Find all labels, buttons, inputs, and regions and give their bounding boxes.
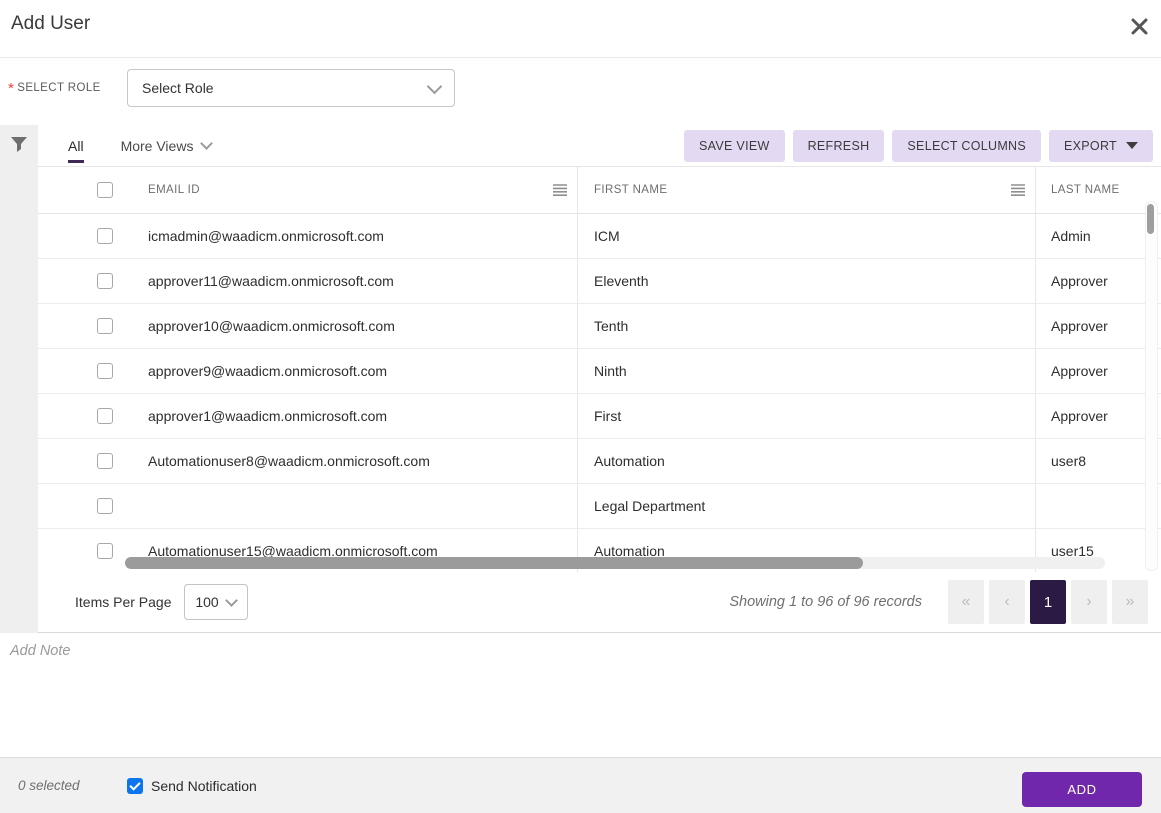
vertical-scrollbar-thumb[interactable] [1147, 204, 1154, 234]
note-placeholder: Add Note [10, 643, 71, 659]
filter-icon[interactable] [11, 137, 27, 152]
role-label-text: SELECT ROLE [17, 82, 101, 94]
row-checkbox[interactable] [97, 363, 113, 379]
tab-all[interactable]: All [68, 125, 84, 167]
email-cell: approver1@waadicm.onmicrosoft.com [148, 408, 388, 424]
row-checkbox[interactable] [97, 543, 113, 559]
email-cell: approver10@waadicm.onmicrosoft.com [148, 318, 395, 334]
modal-header: Add User [0, 0, 1161, 58]
email-cell: Automationuser8@waadicm.onmicrosoft.com [148, 453, 430, 469]
export-label: EXPORT [1064, 138, 1117, 153]
first-name-cell: Ninth [577, 349, 1035, 393]
last-name-cell: user8 [1035, 439, 1161, 483]
select-all-checkbox[interactable] [97, 182, 113, 198]
more-views-label: More Views [120, 137, 194, 154]
send-notification-checkbox[interactable] [127, 777, 143, 794]
vertical-scrollbar[interactable] [1145, 201, 1158, 571]
page-title: Add User [11, 13, 91, 34]
more-views-dropdown[interactable]: More Views [120, 137, 214, 154]
first-name-cell: Eleventh [577, 259, 1035, 303]
first-page-button[interactable]: « [948, 580, 984, 624]
last-name-cell: Approver [1035, 349, 1161, 393]
last-name-cell [1035, 484, 1161, 528]
last-page-button[interactable]: » [1112, 580, 1148, 624]
toolbar-actions: SAVE VIEW REFRESH SELECT COLUMNS EXPORT [684, 129, 1153, 162]
current-page-button[interactable]: 1 [1030, 580, 1066, 624]
close-button[interactable] [1126, 13, 1152, 39]
first-name-column-header: FIRST NAME [594, 184, 668, 196]
refresh-button[interactable]: REFRESH [792, 129, 885, 162]
users-table: EMAIL ID FIRST NAME LAST NAME icmadmin@w… [38, 167, 1161, 572]
chevron-down-icon [224, 593, 238, 607]
email-column-header: EMAIL ID [148, 184, 200, 196]
table-row: approver9@waadicm.onmicrosoft.com Ninth … [38, 349, 1161, 394]
filter-rail [0, 125, 38, 633]
add-button[interactable]: ADD [1022, 772, 1142, 807]
table-row: approver11@waadicm.onmicrosoft.com Eleve… [38, 259, 1161, 304]
caret-down-icon [1126, 142, 1138, 149]
email-cell: icmadmin@waadicm.onmicrosoft.com [148, 228, 384, 244]
export-button[interactable]: EXPORT [1049, 129, 1153, 162]
table-row: approver10@waadicm.onmicrosoft.com Tenth… [38, 304, 1161, 349]
items-per-page-value: 100 [195, 594, 219, 610]
next-page-button[interactable]: › [1071, 580, 1107, 624]
role-select-value: Select Role [142, 80, 214, 96]
close-icon [1131, 18, 1147, 34]
table-body: icmadmin@waadicm.onmicrosoft.com ICM Adm… [38, 214, 1161, 572]
save-view-button[interactable]: SAVE VIEW [684, 129, 785, 162]
row-checkbox[interactable] [97, 273, 113, 289]
row-checkbox[interactable] [97, 228, 113, 244]
chevron-down-icon [426, 78, 443, 94]
first-name-cell: Automation [577, 439, 1035, 483]
email-cell [148, 484, 577, 528]
last-name-cell: Approver [1035, 304, 1161, 348]
role-row: * SELECT ROLE Select Role [0, 58, 1161, 124]
column-menu-icon[interactable] [552, 184, 568, 196]
row-checkbox[interactable] [97, 498, 113, 514]
table-row: Legal Department [38, 484, 1161, 529]
prev-page-button[interactable]: ‹ [989, 580, 1025, 624]
row-checkbox[interactable] [97, 318, 113, 334]
records-summary: Showing 1 to 96 of 96 records [729, 594, 922, 610]
last-name-column-header: LAST NAME [1051, 184, 1120, 196]
first-name-cell: First [577, 394, 1035, 438]
row-checkbox[interactable] [97, 408, 113, 424]
items-per-page-label: Items Per Page [75, 594, 172, 610]
last-name-cell: Approver [1035, 259, 1161, 303]
first-name-cell: Legal Department [577, 484, 1035, 528]
role-select[interactable]: Select Role [127, 69, 455, 107]
chevron-down-icon [200, 137, 214, 150]
role-label: * SELECT ROLE [8, 80, 101, 97]
email-cell: approver11@waadicm.onmicrosoft.com [148, 273, 394, 289]
last-name-cell: Admin [1035, 214, 1161, 258]
table-header-row: EMAIL ID FIRST NAME LAST NAME [38, 167, 1161, 214]
horizontal-scrollbar[interactable] [125, 557, 1105, 569]
column-menu-icon[interactable] [1010, 184, 1026, 196]
pager-controls: Showing 1 to 96 of 96 records « ‹ 1 › » [729, 580, 1148, 624]
items-per-page-select[interactable]: 100 [183, 584, 248, 620]
pagination-bar: Items Per Page 100 Showing 1 to 96 of 96… [38, 572, 1161, 633]
modal-footer: 0 selected Send Notification ADD [0, 757, 1161, 813]
email-cell: approver9@waadicm.onmicrosoft.com [148, 363, 388, 379]
grid-toolbar: All More Views SAVE VIEW REFRESH SELECT … [38, 125, 1161, 167]
note-input[interactable]: Add Note [0, 633, 1161, 757]
table-row: Automationuser8@waadicm.onmicrosoft.com … [38, 439, 1161, 484]
row-checkbox[interactable] [97, 453, 113, 469]
add-user-modal: Add User * SELECT ROLE Select Role All Mo… [0, 0, 1161, 813]
table-row: icmadmin@waadicm.onmicrosoft.com ICM Adm… [38, 214, 1161, 259]
send-notification-toggle[interactable]: Send Notification [127, 777, 257, 794]
required-marker: * [8, 80, 15, 97]
select-columns-button[interactable]: SELECT COLUMNS [892, 129, 1042, 162]
table-row: approver1@waadicm.onmicrosoft.com First … [38, 394, 1161, 439]
last-name-cell: Approver [1035, 394, 1161, 438]
first-name-cell: Tenth [577, 304, 1035, 348]
horizontal-scrollbar-thumb[interactable] [125, 557, 863, 569]
send-notification-label: Send Notification [151, 777, 257, 794]
selected-count: 0 selected [18, 778, 80, 793]
first-name-cell: ICM [577, 214, 1035, 258]
